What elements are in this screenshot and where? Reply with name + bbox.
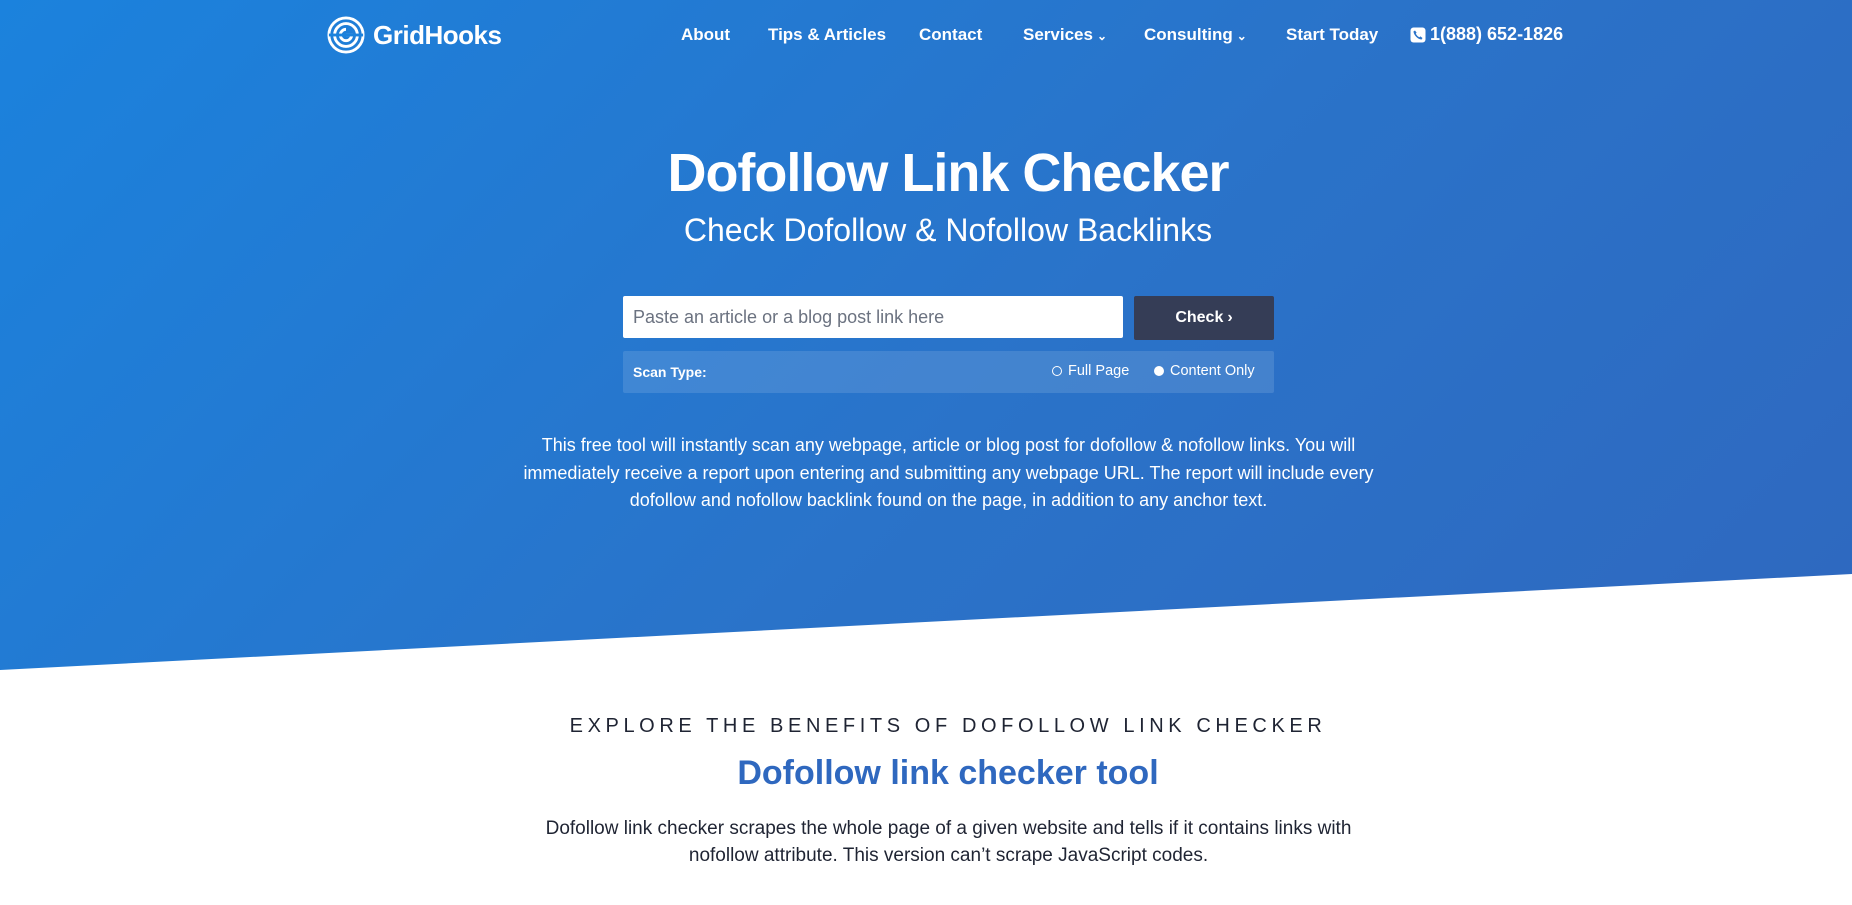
nav-label: About — [681, 25, 731, 44]
nav-label: Consulting — [1144, 25, 1233, 44]
radio-label: Content Only — [1170, 363, 1255, 379]
scan-type-bar: Scan Type: Full Page Content Only — [623, 351, 1274, 393]
tool-description: This free tool will instantly scan any w… — [523, 435, 1374, 510]
nav-label: Services — [1023, 25, 1093, 44]
chevron-down-icon: ⌄ — [1096, 29, 1108, 43]
phone-number: 1(888) 652-1826 — [1430, 24, 1564, 44]
nav-item-services[interactable]: Services ⌄ — [1023, 25, 1107, 45]
nav-label: Contact — [919, 25, 983, 44]
radio-label: Full Page — [1068, 363, 1130, 379]
page-title: Dofollow Link Checker — [667, 143, 1229, 203]
check-button-label: Check — [1175, 309, 1224, 326]
nav-item-start-today[interactable]: Start Today — [1286, 25, 1378, 45]
section-text: Dofollow link checker scrapes the whole … — [545, 818, 1352, 866]
nav-label: Tips & Articles — [768, 25, 887, 44]
nav-item-consulting[interactable]: Consulting ⌄ — [1144, 25, 1247, 45]
brand-name: GridHooks — [373, 19, 502, 50]
scan-type-label: Scan Type: — [633, 364, 707, 380]
url-input[interactable] — [623, 296, 1123, 338]
radio-button-selected[interactable] — [1154, 366, 1164, 376]
nav-item-about[interactable]: About — [681, 25, 730, 45]
chevron-down-icon: ⌄ — [1236, 29, 1247, 43]
nav-label: Start Today — [1286, 25, 1379, 44]
scan-option-content-only[interactable]: Content Only — [1154, 363, 1255, 379]
scan-option-full-page[interactable]: Full Page — [1052, 363, 1129, 379]
site-logo[interactable]: GridHooks — [327, 16, 502, 54]
gridhooks-logo-icon — [327, 16, 365, 54]
nav-phone-link[interactable]: 1(888) 652-1826 — [1410, 24, 1563, 45]
phone-icon — [1410, 27, 1426, 42]
check-button[interactable]: Check › — [1134, 296, 1274, 340]
nav-item-contact[interactable]: Contact — [919, 25, 982, 45]
radio-button[interactable] — [1052, 366, 1062, 376]
nav-item-tips-articles[interactable]: Tips & Articles — [768, 25, 886, 45]
section-title: Dofollow link checker tool — [737, 754, 1159, 792]
page-subtitle: Check Dofollow & Nofollow Backlinks — [683, 212, 1213, 248]
section-eyebrow: EXPLORE THE BENEFITS OF DOFOLLOW LINK CH… — [569, 715, 1327, 737]
chevron-right-icon: › — [1227, 309, 1233, 326]
